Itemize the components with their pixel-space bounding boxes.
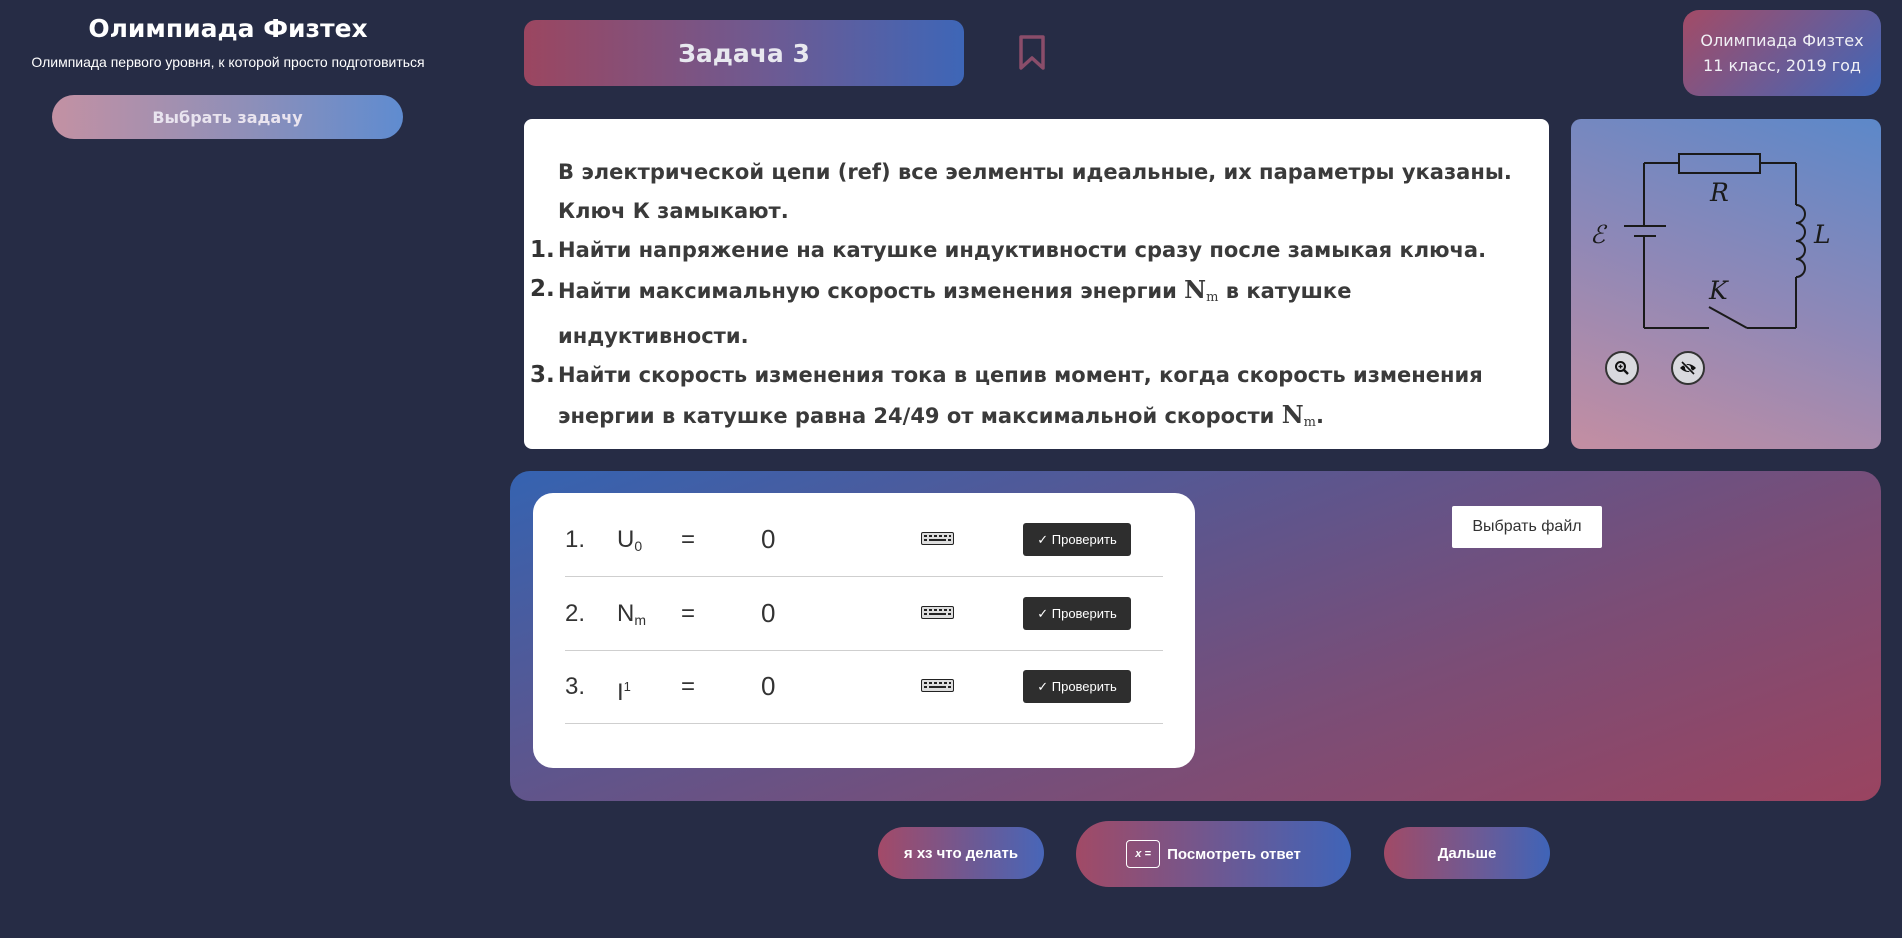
diagram-panel: R L K ℰ xyxy=(1571,119,1881,449)
check-button[interactable]: ✓ Проверить xyxy=(1023,670,1131,703)
answers-card: 1. U0 = 0 ✓ Проверить 2. Nm = 0 ✓ Провер… xyxy=(533,493,1195,768)
problem-list: 1. Найти напряжение на катушке индуктивн… xyxy=(530,231,1518,442)
label-r: R xyxy=(1709,178,1729,207)
answer-number: 1. xyxy=(565,526,586,553)
formula-nm: Nm xyxy=(1184,275,1219,305)
answer-input[interactable]: 0 xyxy=(761,650,775,723)
hide-diagram-button[interactable] xyxy=(1671,351,1705,385)
label-l: L xyxy=(1813,220,1831,249)
check-button[interactable]: ✓ Проверить xyxy=(1023,523,1131,556)
zoom-in-button[interactable] xyxy=(1605,351,1639,385)
app-subtitle: Олимпиада первого уровня, к которой прос… xyxy=(31,54,425,70)
show-answer-button[interactable]: x = Посмотреть ответ xyxy=(1076,821,1351,887)
problem-item-text: Найти максимальную скорость изменения эн… xyxy=(558,279,1185,303)
problem-item-number: 1. xyxy=(530,237,555,263)
problem-item-number: 3. xyxy=(530,362,555,388)
answer-row: 2. Nm = 0 ✓ Проверить xyxy=(565,577,1163,651)
equals-sign: = xyxy=(681,673,696,700)
dont-know-button[interactable]: я хз что делать xyxy=(878,827,1044,879)
keyboard-icon[interactable] xyxy=(921,606,954,619)
eye-off-icon xyxy=(1680,360,1696,376)
problem-item-text-end: . xyxy=(1315,404,1324,428)
equals-sign: = xyxy=(681,526,696,553)
answer-row: 1. U0 = 0 ✓ Проверить xyxy=(565,503,1163,577)
problem-item: 1. Найти напряжение на катушке индуктивн… xyxy=(530,231,1518,270)
equals-sign: = xyxy=(681,600,696,627)
bookmark-icon[interactable] xyxy=(1016,34,1048,72)
app-title: Олимпиада Физтех xyxy=(88,14,368,43)
problem-item-number: 2. xyxy=(530,276,555,302)
answer-input[interactable]: 0 xyxy=(761,577,775,650)
label-emf: ℰ xyxy=(1590,220,1608,249)
problem-item: 3. Найти скорость изменения тока в цепив… xyxy=(530,356,1518,442)
keyboard-icon[interactable] xyxy=(921,679,954,692)
choose-task-button[interactable]: Выбрать задачу xyxy=(52,95,403,139)
answer-number: 2. xyxy=(565,600,586,627)
answer-input[interactable]: 0 xyxy=(761,503,775,576)
label-k: K xyxy=(1708,276,1729,305)
answer-symbol: Nm xyxy=(617,600,647,628)
olympiad-badge: Олимпиада Физтех 11 класс, 2019 год xyxy=(1683,10,1881,96)
problem-item-text: Найти скорость изменения тока в цепив мо… xyxy=(558,363,1483,428)
badge-line1: Олимпиада Физтех xyxy=(1700,31,1864,50)
problem-intro: В электрической цепи (ref) все эелменты … xyxy=(558,160,1512,223)
answer-number: 3. xyxy=(565,673,586,700)
problem-card: В электрической цепи (ref) все эелменты … xyxy=(524,119,1549,449)
badge-line2: 11 класс, 2019 год xyxy=(1703,56,1861,75)
task-title: Задача 3 xyxy=(524,20,964,86)
problem-text: В электрической цепи (ref) все эелменты … xyxy=(530,153,1518,442)
zoom-in-icon xyxy=(1615,361,1629,375)
answer-panel: 1. U0 = 0 ✓ Проверить 2. Nm = 0 ✓ Провер… xyxy=(510,471,1881,801)
answer-row: 3. I1 = 0 ✓ Проверить xyxy=(565,650,1163,724)
keyboard-icon[interactable] xyxy=(921,532,954,545)
circuit-diagram: R L K ℰ xyxy=(1590,153,1831,329)
show-answer-label: Посмотреть ответ xyxy=(1167,845,1301,863)
choose-file-button[interactable]: Выбрать файл xyxy=(1452,506,1602,548)
formula-icon: x = xyxy=(1126,840,1161,868)
problem-item-text: Найти напряжение на катушке индуктивност… xyxy=(558,238,1487,262)
next-button[interactable]: Дальше xyxy=(1384,827,1550,879)
formula-nm: Nm xyxy=(1281,400,1316,430)
answer-symbol: U0 xyxy=(617,526,643,554)
check-button[interactable]: ✓ Проверить xyxy=(1023,597,1131,630)
answer-symbol: I1 xyxy=(617,679,631,706)
problem-item: 2. Найти максимальную скорость изменения… xyxy=(530,270,1518,356)
